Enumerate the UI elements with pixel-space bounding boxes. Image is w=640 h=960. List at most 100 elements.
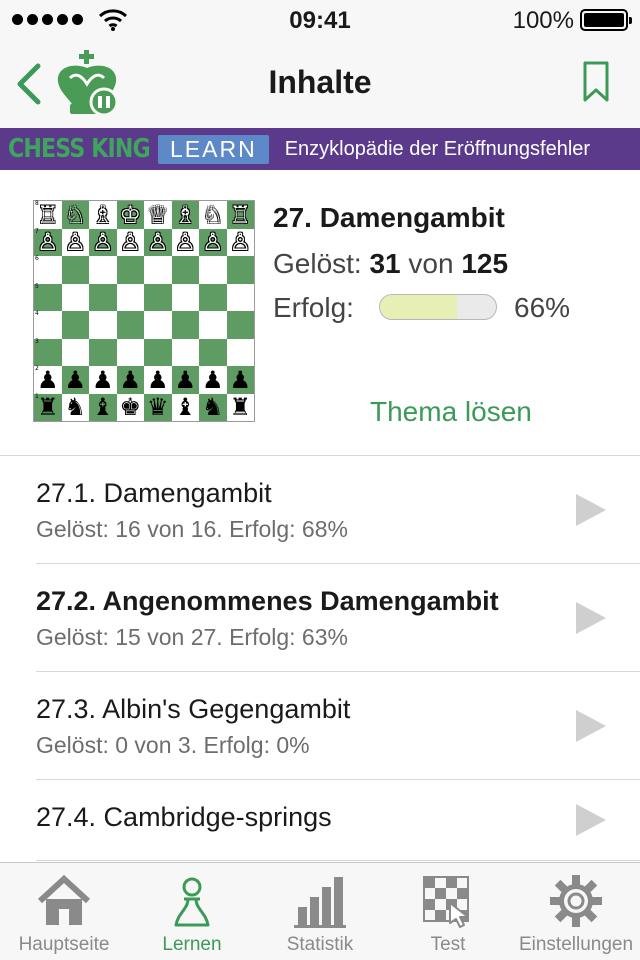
board-square[interactable] xyxy=(226,338,254,366)
board-square[interactable]: ♙ xyxy=(144,228,172,256)
board-square[interactable]: ♘ xyxy=(61,200,89,229)
lesson-stats: Gelöst: 16 von 16. Erfolg: 68% xyxy=(36,516,348,542)
board-square[interactable]: ♝ xyxy=(89,393,117,421)
board-square[interactable] xyxy=(89,311,117,339)
board-square[interactable] xyxy=(199,311,227,339)
board-square[interactable]: 2 ♟ xyxy=(34,366,62,394)
lesson-list-item[interactable]: 27.3. Albin's Gegengambit Gelöst: 0 von 3… xyxy=(36,672,640,780)
board-square[interactable] xyxy=(116,311,144,339)
board-square[interactable]: ♔ xyxy=(116,200,144,229)
white-chess-piece: ♘ xyxy=(64,200,86,229)
tab-bar: Hauptseite Lernen Statistik Test Einstellung… xyxy=(0,862,640,960)
black-chess-piece: ♟ xyxy=(36,365,59,394)
board-square[interactable]: ♖ xyxy=(226,200,254,229)
board-square[interactable] xyxy=(171,311,199,339)
board-square[interactable] xyxy=(199,338,227,366)
tab-label: Lernen xyxy=(162,934,222,955)
tab-gear[interactable]: Einstellungen xyxy=(512,863,640,960)
board-square[interactable] xyxy=(226,311,254,339)
battery-icon xyxy=(580,9,632,31)
board-square[interactable]: ♙ xyxy=(61,228,89,257)
board-square[interactable] xyxy=(61,311,89,339)
disclosure-arrow-icon xyxy=(576,709,606,742)
board-square[interactable] xyxy=(116,256,144,284)
board-square[interactable]: ♟ xyxy=(89,366,117,394)
board-square[interactable]: ♛ xyxy=(144,393,172,421)
solve-topic-button[interactable]: Thema lösen xyxy=(370,396,532,428)
board-square[interactable] xyxy=(226,256,254,284)
black-chess-piece: ♟ xyxy=(174,365,196,394)
board-square[interactable]: ♞ xyxy=(61,393,89,422)
board-square[interactable] xyxy=(171,256,199,284)
success-progress-fill xyxy=(380,295,457,319)
board-square[interactable] xyxy=(89,283,117,311)
white-chess-piece: ♙ xyxy=(64,228,86,257)
board-square[interactable]: ♗ xyxy=(89,201,117,229)
gear-icon xyxy=(550,875,602,927)
banner-subtitle: Enzyklopädie der Eröffnungsfehler xyxy=(284,137,591,160)
board-square[interactable]: 5 xyxy=(34,282,62,311)
tab-bar-chart[interactable]: Statistik xyxy=(256,863,384,960)
board-square[interactable]: 6 xyxy=(34,256,62,284)
board-square[interactable] xyxy=(171,338,199,366)
disclosure-arrow-icon xyxy=(576,493,606,526)
lesson-list-item[interactable]: 27.2. Angenommenes Damengambit Gelöst: 15… xyxy=(36,564,640,672)
white-chess-piece: ♙ xyxy=(36,228,59,257)
white-chess-piece: ♔ xyxy=(119,200,141,229)
board-square[interactable] xyxy=(144,256,172,284)
tab-home[interactable]: Hauptseite xyxy=(0,863,128,960)
board-square[interactable]: ♙ xyxy=(226,228,254,256)
black-chess-piece: ♞ xyxy=(64,393,86,422)
rank-label: 4 xyxy=(35,310,39,317)
lesson-stats: Gelöst: 15 von 27. Erfolg: 63% xyxy=(36,624,348,650)
rank-label: 5 xyxy=(35,282,39,290)
board-square[interactable] xyxy=(89,338,117,366)
board-square[interactable]: ♙ xyxy=(89,228,117,256)
chess-board[interactable]: 8 ♖ ♘ ♗ ♔ ♕ ♗ ♘ ♖ 7 ♙ ♙ ♙ ♙ ♙ ♙ ♙ ♙ 6 5 4 3 2 ♟ ♟ ♟ ♟ ♟ ♟ ♟ ♟ 1 ♜ ♞ ♝ ♚ ♛ ♝ ♞ ♜ xyxy=(33,200,255,422)
tab-pawn[interactable]: Lernen xyxy=(128,863,256,960)
board-square[interactable] xyxy=(199,283,227,311)
board-square[interactable] xyxy=(61,283,89,311)
board-square[interactable]: ♟ xyxy=(226,366,254,394)
bookmark-icon[interactable] xyxy=(582,60,610,104)
board-square[interactable]: ♗ xyxy=(171,201,199,229)
board-square[interactable]: ♟ xyxy=(199,366,227,394)
success-label: Erfolg: xyxy=(273,292,354,323)
board-square[interactable] xyxy=(199,256,227,284)
board-square[interactable]: ♟ xyxy=(144,366,172,394)
board-square[interactable] xyxy=(61,256,89,284)
board-square[interactable]: ♕ xyxy=(144,201,172,229)
black-chess-piece: ♚ xyxy=(119,393,141,422)
rank-label: 6 xyxy=(35,255,39,262)
tab-board-tap[interactable]: Test xyxy=(384,863,512,960)
board-square[interactable]: 3 xyxy=(34,338,62,366)
board-square[interactable]: 1 ♜ xyxy=(34,393,62,421)
board-square[interactable] xyxy=(89,256,117,284)
board-square[interactable] xyxy=(144,338,172,366)
board-square[interactable]: ♞ xyxy=(199,393,227,421)
board-square[interactable]: 4 xyxy=(34,311,62,339)
board-square[interactable]: ♙ xyxy=(199,228,227,256)
board-square[interactable]: ♝ xyxy=(171,393,199,421)
board-square[interactable] xyxy=(226,283,254,311)
board-square[interactable] xyxy=(116,338,144,366)
board-square[interactable] xyxy=(144,283,172,311)
board-square[interactable]: ♙ xyxy=(116,228,144,256)
board-square[interactable]: ♟ xyxy=(116,366,144,394)
success-progress-bar xyxy=(379,294,497,320)
board-square[interactable] xyxy=(144,311,172,339)
board-square[interactable] xyxy=(116,283,144,311)
board-square[interactable]: ♜ xyxy=(226,393,254,421)
board-square[interactable]: ♚ xyxy=(116,393,144,422)
board-square[interactable] xyxy=(171,283,199,311)
lesson-list-item[interactable]: 27.4. Cambridge-springs xyxy=(36,780,640,861)
board-square[interactable]: ♙ xyxy=(171,228,199,256)
board-square[interactable]: 7 ♙ xyxy=(34,228,62,257)
board-square[interactable]: ♟ xyxy=(171,365,199,394)
board-square[interactable]: ♘ xyxy=(199,201,227,229)
board-square[interactable] xyxy=(61,338,89,366)
board-square[interactable]: ♟ xyxy=(61,366,89,394)
lesson-list-item[interactable]: 27.1. Damengambit Gelöst: 16 von 16. Erfo… xyxy=(36,456,640,564)
white-chess-piece: ♖ xyxy=(229,200,251,229)
board-square[interactable]: 8 ♖ xyxy=(34,201,62,229)
